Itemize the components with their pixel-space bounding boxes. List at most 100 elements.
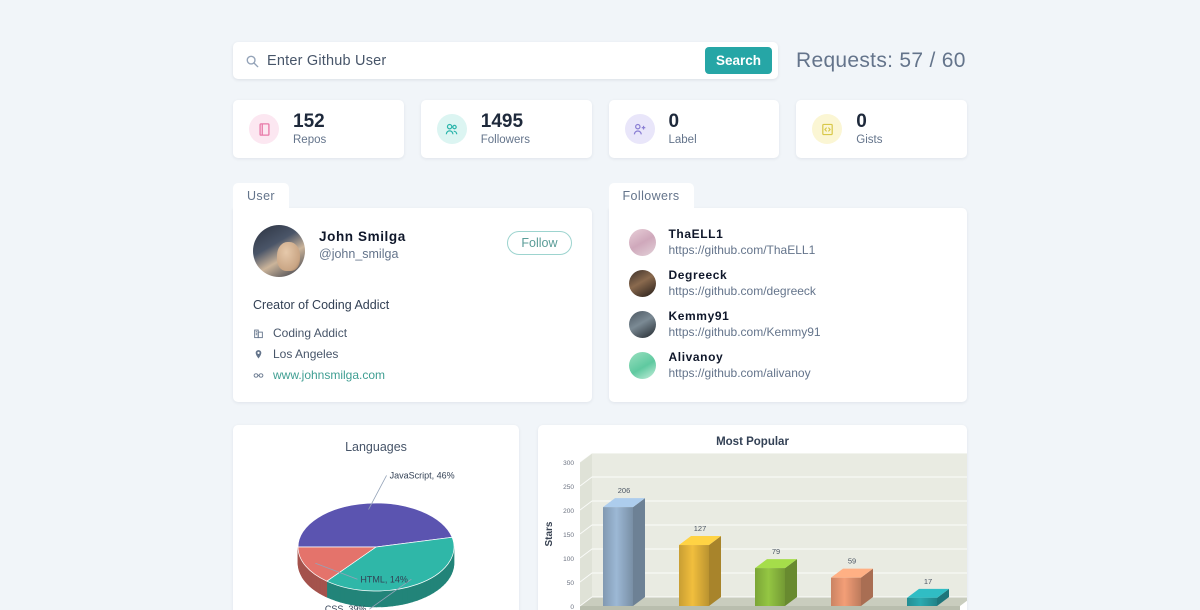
code-brackets-icon [821, 123, 833, 135]
location-pin-icon [255, 349, 262, 358]
follower-url: https://github.com/degreeck [668, 284, 816, 298]
tab-followers[interactable]: Followers [608, 183, 694, 208]
user-header: John Smilga @john_smilga Follow [253, 225, 572, 277]
followers-card: ThaELL1 https://github.com/ThaELL1 Degre… [608, 208, 967, 402]
meta-location: Los Angeles [253, 347, 572, 361]
bar-value-label: 79 [772, 547, 780, 556]
y-axis-tick: 0 [570, 604, 574, 610]
stat-value: 1495 [480, 111, 524, 133]
content-wrapper: Search Requests: 57 / 60 152 Repos [233, 0, 967, 610]
followers-panel: Followers ThaELL1 https://github.com/Tha… [608, 183, 967, 402]
charts-row: Languages JavaScript, 46% CSS, 39% HTML, 1… [233, 425, 967, 610]
meta-website[interactable]: www.johnsmilga.com [253, 368, 572, 382]
stat-text: 0 Label [668, 111, 697, 146]
code-brackets-icon-wrap [812, 114, 843, 144]
pie-chart-svg: JavaScript, 46% CSS, 39% HTML, 14% [297, 470, 455, 610]
stat-card-gists[interactable]: 0 Gists [796, 100, 967, 158]
bar-value-label: 59 [848, 557, 856, 566]
follower-name: Degreeck [668, 268, 728, 282]
y-axis-tick: 100 [563, 556, 574, 563]
search-icon [246, 55, 259, 67]
stat-value: 152 [293, 111, 325, 133]
pie-chart-title: Languages [345, 440, 407, 454]
user-card: John Smilga @john_smilga Follow Creator … [233, 208, 592, 402]
stats-row: 152 Repos 1495 Followers 0 Label 0 Gists [233, 100, 967, 158]
user-handle: @john_smilga [319, 247, 399, 261]
users-icon-wrap [436, 114, 467, 144]
y-axis-tick: 200 [563, 508, 574, 515]
follow-button[interactable]: Follow [507, 231, 572, 255]
stat-card-label[interactable]: 0 Label [608, 100, 780, 158]
pie-slice-label: CSS, 39% [325, 604, 367, 610]
stat-label: Repos [293, 133, 327, 146]
panels-row: User John Smilga @john_smilga Follow Cre… [233, 183, 967, 402]
pie-slice-label: JavaScript, 46% [390, 470, 455, 480]
user-identity: John Smilga @john_smilga [319, 225, 406, 261]
follower-row[interactable]: ThaELL1 https://github.com/ThaELL1 [628, 222, 948, 263]
stat-label: Followers [480, 133, 530, 146]
bar-chart-title: Most Popular [716, 436, 789, 448]
stat-card-followers[interactable]: 1495 Followers [420, 100, 592, 158]
y-axis-tick: 250 [563, 484, 574, 491]
avatar [253, 225, 305, 277]
users-icon [445, 123, 458, 134]
follower-avatar [628, 228, 656, 256]
follower-info: Kemmy91 https://github.com/Kemmy91 [669, 309, 821, 339]
user-plus-icon-wrap [624, 114, 655, 144]
y-axis-tick: 300 [563, 460, 574, 467]
follower-name: Alivanoy [668, 350, 724, 364]
user-bio: Creator of Coding Addict [253, 298, 390, 312]
search-input[interactable] [259, 52, 705, 69]
bar-value-label: 206 [618, 486, 631, 495]
search-button[interactable]: Search [704, 47, 772, 74]
app-root: Search Requests: 57 / 60 152 Repos [0, 0, 1200, 610]
follower-avatar [628, 310, 656, 338]
meta-link-text[interactable]: www.johnsmilga.com [273, 368, 385, 382]
bar-value-label: 127 [694, 524, 707, 533]
follower-url: https://github.com/ThaELL1 [668, 243, 816, 257]
y-axis-label: Stars [544, 521, 555, 546]
stat-label: Gists [856, 133, 883, 146]
meta-text: Los Angeles [273, 347, 339, 361]
follower-row[interactable]: Degreeck https://github.com/degreeck [628, 263, 948, 304]
search-box[interactable]: Search [233, 42, 778, 79]
building-icon [254, 329, 263, 338]
tab-user[interactable]: User [233, 183, 289, 208]
y-axis-tick: 50 [567, 580, 575, 587]
stat-text: 0 Gists [856, 111, 883, 146]
follower-info: Degreeck https://github.com/degreeck [669, 268, 816, 298]
user-name: John Smilga [319, 229, 406, 244]
stat-text: 152 Repos [293, 111, 327, 146]
follower-row[interactable]: Alivanoy https://github.com/alivanoy [628, 345, 948, 386]
follower-url: https://github.com/alivanoy [668, 366, 811, 380]
follower-info: Alivanoy https://github.com/alivanoy [669, 350, 811, 380]
follower-name: Kemmy91 [668, 309, 730, 323]
follower-info: ThaELL1 https://github.com/ThaELL1 [669, 227, 816, 257]
stat-text: 1495 Followers [480, 111, 530, 146]
link-icon [253, 372, 264, 378]
user-plus-icon [633, 123, 646, 134]
pie-slice-label: HTML, 14% [360, 574, 408, 584]
repo-book-icon-wrap [249, 114, 279, 144]
stat-label: Label [668, 133, 697, 146]
stat-value: 0 [856, 111, 867, 133]
repo-book-icon [258, 122, 270, 136]
bar-chart-svg: 050100150200250300Stars206javascript-bas… [544, 452, 967, 610]
follower-url: https://github.com/Kemmy91 [668, 325, 821, 339]
follower-avatar [628, 269, 656, 297]
y-axis-tick: 150 [563, 532, 574, 539]
bar-value-label: 17 [924, 577, 932, 586]
user-meta-list: Coding Addict Los Angeles www.johnsmilga… [253, 326, 572, 382]
user-panel: User John Smilga @john_smilga Follow Cre… [233, 183, 592, 402]
search-row: Search Requests: 57 / 60 [233, 42, 967, 79]
languages-pie-chart-card: Languages JavaScript, 46% CSS, 39% HTML, 1… [233, 425, 519, 610]
requests-counter: Requests: 57 / 60 [796, 48, 966, 72]
stat-card-repos[interactable]: 152 Repos [233, 100, 404, 158]
follower-avatar [628, 351, 656, 379]
most-popular-bar-chart-card: Most Popular 050100150200250300Stars206j… [538, 425, 967, 610]
meta-company: Coding Addict [253, 326, 572, 340]
follower-row[interactable]: Kemmy91 https://github.com/Kemmy91 [628, 304, 948, 345]
stat-value: 0 [668, 111, 680, 133]
follower-name: ThaELL1 [668, 227, 724, 241]
meta-text: Coding Addict [273, 326, 348, 340]
